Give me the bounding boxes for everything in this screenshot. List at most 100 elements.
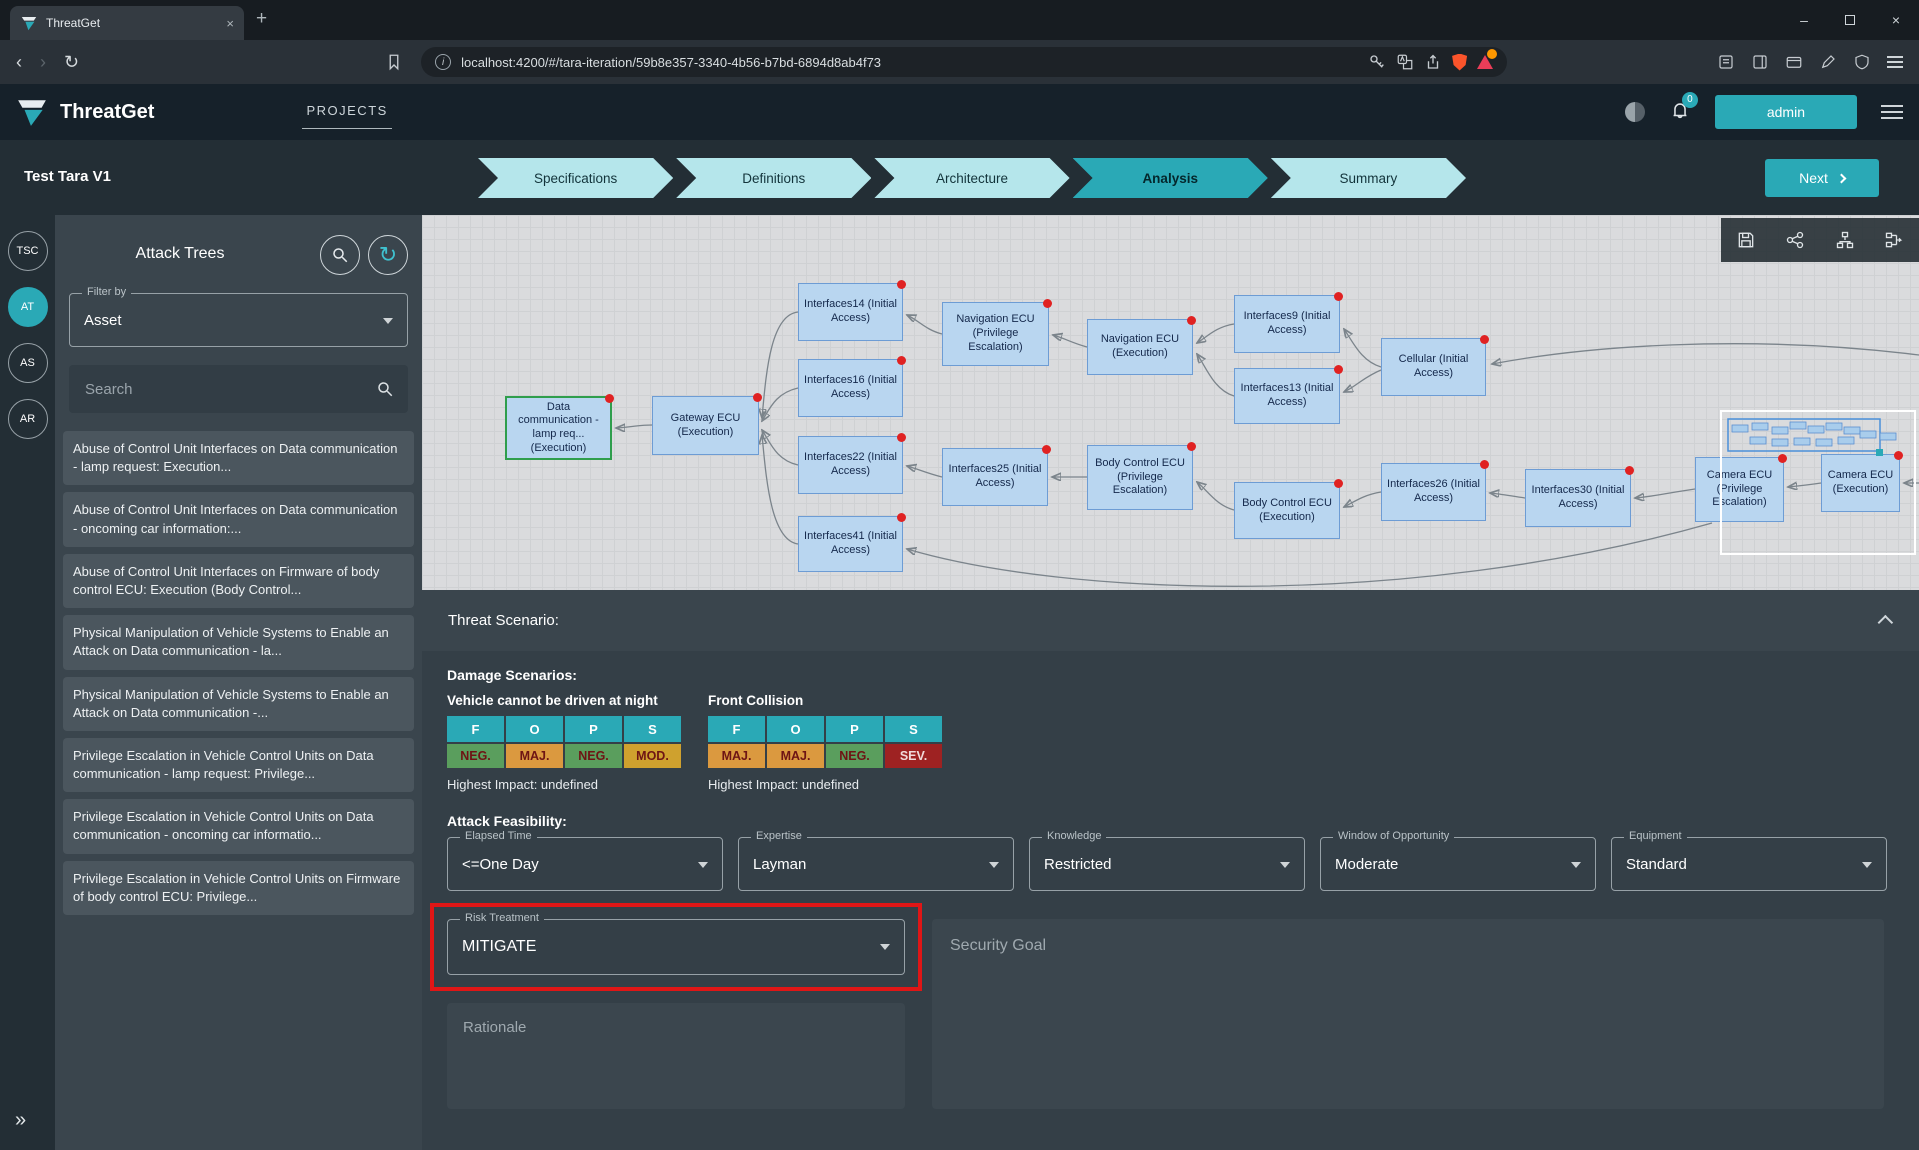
- expand-panel-icon[interactable]: »: [15, 1109, 26, 1132]
- scenario-name: Front Collision: [708, 693, 804, 708]
- fops-cell[interactable]: P: [565, 716, 622, 742]
- rail-item-ar[interactable]: AR: [7, 399, 48, 439]
- close-button[interactable]: ×: [1873, 0, 1919, 40]
- site-info-icon[interactable]: i: [435, 54, 452, 70]
- node-interfaces22[interactable]: Interfaces22 (Initial Access): [798, 433, 906, 494]
- list-item[interactable]: Privilege Escalation in Vehicle Control …: [63, 737, 414, 793]
- search-box[interactable]: [69, 365, 408, 413]
- security-goal-input[interactable]: [932, 919, 1884, 1109]
- refresh-button[interactable]: ↻: [368, 235, 408, 275]
- list-item[interactable]: Privilege Escalation in Vehicle Control …: [63, 799, 414, 854]
- chevron-down-icon: [1571, 862, 1581, 868]
- nav-projects[interactable]: PROJECTS: [302, 95, 392, 129]
- brave-shield-icon[interactable]: [1452, 53, 1468, 71]
- fops-cell[interactable]: O: [506, 716, 563, 742]
- url-text[interactable]: localhost:4200/#/tara-iteration/59b8e357…: [461, 55, 1358, 70]
- rail-item-tsc[interactable]: TSC: [7, 231, 48, 271]
- tab-close-icon[interactable]: ×: [226, 16, 234, 31]
- expertise-select[interactable]: Expertise Layman: [738, 830, 1014, 891]
- step-summary[interactable]: Summary: [1271, 158, 1466, 198]
- threat-details-panel: Damage Scenarios: Vehicle cannot be driv…: [422, 651, 1919, 1150]
- wallet-icon[interactable]: [1785, 53, 1803, 71]
- list-item[interactable]: Abuse of Control Unit Interfaces on Data…: [63, 492, 414, 547]
- step-specifications[interactable]: Specifications: [478, 158, 673, 198]
- rationale-input[interactable]: [447, 1003, 905, 1109]
- node-interfaces26[interactable]: Interfaces26 (Initial Access): [1381, 460, 1489, 521]
- fops-cell[interactable]: P: [826, 716, 883, 742]
- shield-check-icon[interactable]: [1853, 53, 1871, 71]
- step-architecture[interactable]: Architecture: [874, 158, 1069, 198]
- list-item[interactable]: Abuse of Control Unit Interfaces on Firm…: [63, 553, 414, 609]
- app-menu-icon[interactable]: [1881, 105, 1903, 119]
- fops-cell[interactable]: S: [885, 716, 942, 742]
- rail-item-at[interactable]: AT: [7, 287, 48, 327]
- rail-item-as[interactable]: AS: [7, 343, 48, 383]
- share-icon[interactable]: [1424, 53, 1442, 71]
- list-item[interactable]: Physical Manipulation of Vehicle Systems…: [63, 615, 414, 670]
- theme-toggle-icon[interactable]: [1624, 102, 1645, 122]
- minimap-viewport[interactable]: [1720, 410, 1916, 555]
- brave-rewards-icon[interactable]: [1477, 49, 1498, 69]
- threat-scenario-bar[interactable]: Threat Scenario:: [422, 590, 1919, 651]
- tree-export-icon[interactable]: [1884, 230, 1904, 250]
- risk-treatment-select[interactable]: Risk Treatment MITIGATE: [447, 912, 905, 975]
- node-interfaces16[interactable]: Interfaces16 (Initial Access): [798, 356, 906, 417]
- threatget-logo-icon: [18, 100, 46, 126]
- node-root-asset[interactable]: Data communication - lamp req... (Execut…: [505, 394, 614, 460]
- maximize-button[interactable]: [1827, 0, 1873, 40]
- list-item[interactable]: Privilege Escalation in Vehicle Control …: [63, 860, 414, 915]
- node-cellular[interactable]: Cellular (Initial Access): [1381, 335, 1489, 396]
- knowledge-select[interactable]: Knowledge Restricted: [1029, 830, 1305, 891]
- fops-cell[interactable]: S: [624, 716, 681, 742]
- attack-tree-canvas[interactable]: Data communication - lamp req... (Execut…: [422, 215, 1919, 590]
- fops-cell[interactable]: F: [447, 716, 504, 742]
- fops-cell[interactable]: O: [767, 716, 824, 742]
- password-key-icon[interactable]: [1368, 53, 1386, 71]
- equipment-select[interactable]: Equipment Standard: [1611, 830, 1887, 891]
- list-item[interactable]: Abuse of Control Unit Interfaces on Data…: [63, 431, 414, 486]
- tree-layout-icon[interactable]: [1835, 230, 1855, 250]
- step-definitions[interactable]: Definitions: [676, 158, 871, 198]
- elapsed-time-select[interactable]: Elapsed Time <=One Day: [447, 830, 723, 891]
- url-bar[interactable]: i localhost:4200/#/tara-iteration/59b8e3…: [421, 47, 1508, 77]
- reading-mode-icon[interactable]: [1717, 53, 1735, 71]
- share-diagram-icon[interactable]: [1785, 230, 1805, 250]
- node-interfaces13[interactable]: Interfaces13 (Initial Access): [1234, 365, 1343, 424]
- sidebar-panel-icon[interactable]: [1751, 53, 1769, 71]
- status-dot: [897, 433, 906, 442]
- node-body-control-ecu-pe[interactable]: Body Control ECU (Privilege Escalation): [1087, 442, 1196, 510]
- bookmark-icon[interactable]: [385, 53, 403, 71]
- step-analysis[interactable]: Analysis: [1073, 158, 1268, 198]
- filter-by-select[interactable]: Filter by Asset: [69, 286, 408, 347]
- node-interfaces41[interactable]: Interfaces41 (Initial Access): [798, 513, 906, 572]
- edit-icon[interactable]: [1819, 53, 1837, 71]
- search-input[interactable]: [83, 379, 376, 399]
- minimize-button[interactable]: –: [1781, 0, 1827, 40]
- back-icon[interactable]: ‹: [16, 52, 22, 73]
- node-label: Interfaces22 (Initial Access): [804, 451, 897, 477]
- fops-cell[interactable]: F: [708, 716, 765, 742]
- translate-icon[interactable]: [1396, 53, 1414, 71]
- browser-menu-icon[interactable]: [1887, 56, 1903, 68]
- node-interfaces30[interactable]: Interfaces30 (Initial Access): [1525, 466, 1634, 527]
- node-interfaces25[interactable]: Interfaces25 (Initial Access): [942, 445, 1051, 506]
- browser-tab[interactable]: ThreatGet ×: [10, 6, 244, 40]
- chevron-right-icon: [1836, 173, 1847, 183]
- node-interfaces14[interactable]: Interfaces14 (Initial Access): [798, 280, 906, 341]
- chevron-up-icon[interactable]: [1877, 614, 1894, 631]
- forward-icon[interactable]: ›: [40, 52, 46, 73]
- notifications-button[interactable]: 0: [1669, 91, 1698, 126]
- window-of-opportunity-select[interactable]: Window of Opportunity Moderate: [1320, 830, 1596, 891]
- tree-search-button[interactable]: [320, 235, 360, 275]
- node-navigation-ecu-pe[interactable]: Navigation ECU (Privilege Escalation): [942, 299, 1052, 366]
- node-gateway-ecu[interactable]: Gateway ECU (Execution): [652, 393, 762, 455]
- reload-icon[interactable]: ↻: [64, 52, 79, 73]
- list-item[interactable]: Physical Manipulation of Vehicle Systems…: [63, 676, 414, 731]
- next-button[interactable]: Next: [1765, 159, 1879, 197]
- new-tab-button[interactable]: +: [256, 8, 267, 30]
- node-interfaces9[interactable]: Interfaces9 (Initial Access): [1234, 292, 1343, 353]
- admin-button[interactable]: admin: [1714, 95, 1857, 129]
- node-navigation-ecu-ex[interactable]: Navigation ECU (Execution): [1087, 316, 1196, 375]
- node-body-control-ecu-ex[interactable]: Body Control ECU (Execution): [1234, 479, 1343, 539]
- save-icon[interactable]: [1736, 230, 1756, 250]
